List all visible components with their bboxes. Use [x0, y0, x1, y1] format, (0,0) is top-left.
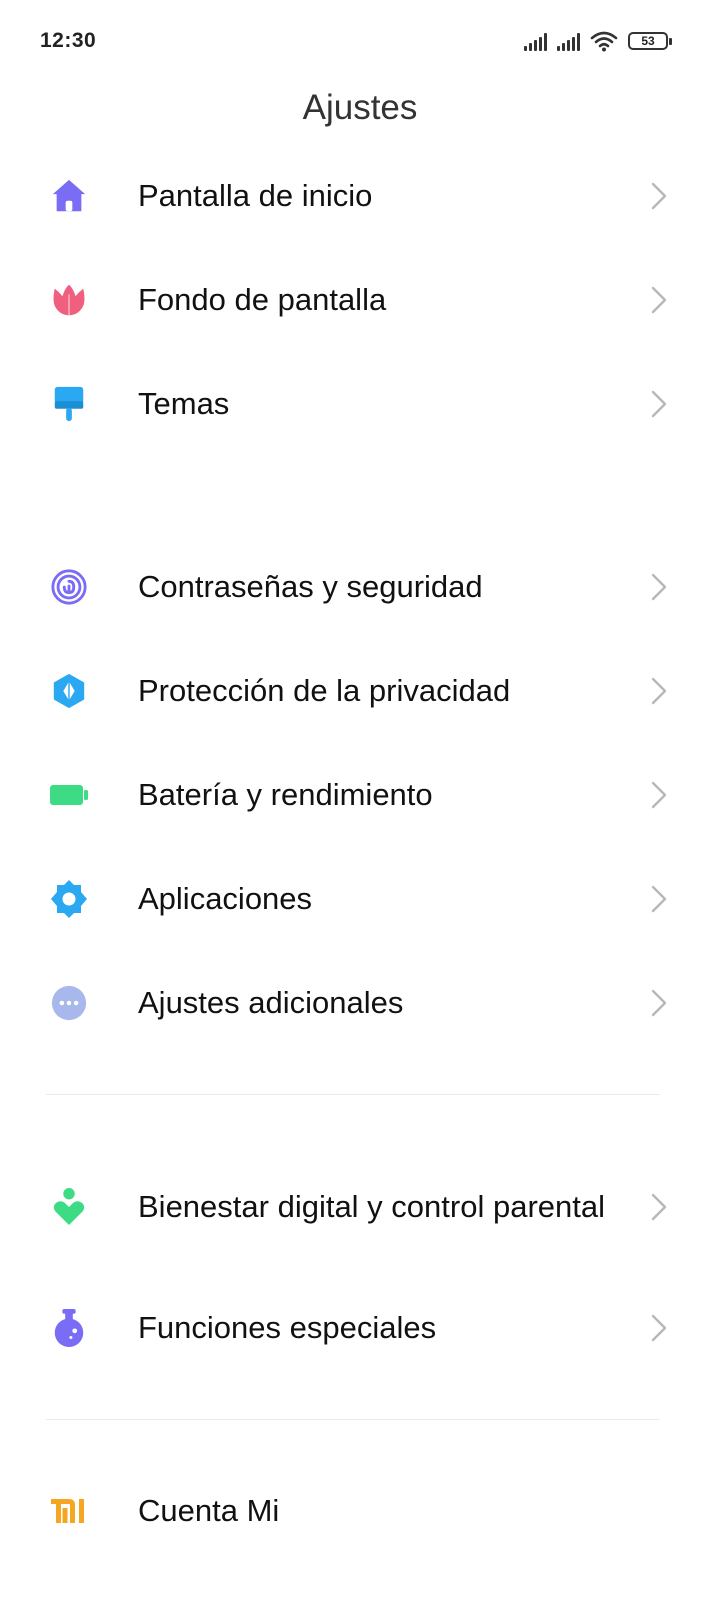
privacy-shield-icon — [49, 671, 89, 711]
battery-icon — [49, 775, 89, 815]
setting-label: Protección de la privacidad — [138, 673, 511, 708]
paint-brush-icon — [49, 384, 89, 424]
setting-label: Fondo de pantalla — [138, 282, 387, 317]
mi-logo-icon — [49, 1491, 89, 1531]
signal-icon — [524, 31, 547, 51]
gear-icon — [49, 879, 89, 919]
setting-label: Contraseñas y seguridad — [138, 569, 483, 604]
chevron-right-icon — [651, 390, 667, 418]
wifi-icon — [590, 31, 618, 52]
tulip-icon — [49, 280, 89, 320]
chevron-right-icon — [651, 182, 667, 210]
battery-level: 53 — [641, 34, 655, 48]
setting-label: Aplicaciones — [138, 881, 313, 916]
chevron-right-icon — [651, 1193, 667, 1221]
setting-themes[interactable]: Temas — [0, 354, 720, 454]
signal-icon — [557, 31, 580, 51]
divider — [46, 1419, 660, 1420]
wellbeing-heart-icon — [49, 1187, 89, 1227]
more-dots-icon — [49, 983, 89, 1023]
chevron-right-icon — [651, 286, 667, 314]
chevron-right-icon — [651, 781, 667, 809]
setting-label: Pantalla de inicio — [138, 178, 373, 213]
setting-additional-settings[interactable]: Ajustes adicionales — [0, 953, 720, 1053]
home-icon — [49, 176, 89, 216]
setting-label: Temas — [138, 386, 230, 421]
battery-icon: 53 — [628, 32, 672, 50]
chevron-right-icon — [651, 573, 667, 601]
setting-label: Ajustes adicionales — [138, 985, 404, 1020]
setting-digital-wellbeing[interactable]: Bienestar digital y control parental — [0, 1152, 720, 1262]
setting-label: Cuenta Mi — [138, 1493, 280, 1528]
setting-home-screen[interactable]: Pantalla de inicio — [0, 146, 720, 246]
page-title: Ajustes — [302, 88, 418, 127]
divider — [46, 1094, 660, 1095]
fingerprint-icon — [49, 567, 89, 607]
chevron-right-icon — [651, 677, 667, 705]
setting-label: Batería y rendimiento — [138, 777, 433, 812]
chevron-right-icon — [651, 1314, 667, 1342]
chevron-right-icon — [651, 989, 667, 1017]
setting-battery-performance[interactable]: Batería y rendimiento — [0, 745, 720, 845]
setting-special-features[interactable]: Funciones especiales — [0, 1278, 720, 1378]
chevron-right-icon — [651, 885, 667, 913]
setting-passwords-security[interactable]: Contraseñas y seguridad — [0, 537, 720, 637]
setting-privacy-protection[interactable]: Protección de la privacidad — [0, 641, 720, 741]
setting-mi-account[interactable]: Cuenta Mi — [0, 1461, 720, 1561]
status-time: 12:30 — [40, 29, 97, 52]
setting-label: Funciones especiales — [138, 1310, 437, 1345]
status-bar: 12:30 53 — [0, 0, 720, 84]
status-icons: 53 — [524, 30, 672, 52]
flask-icon — [49, 1308, 89, 1348]
setting-label: Bienestar digital y control parental — [138, 1189, 605, 1224]
setting-apps[interactable]: Aplicaciones — [0, 849, 720, 949]
setting-wallpaper[interactable]: Fondo de pantalla — [0, 250, 720, 350]
